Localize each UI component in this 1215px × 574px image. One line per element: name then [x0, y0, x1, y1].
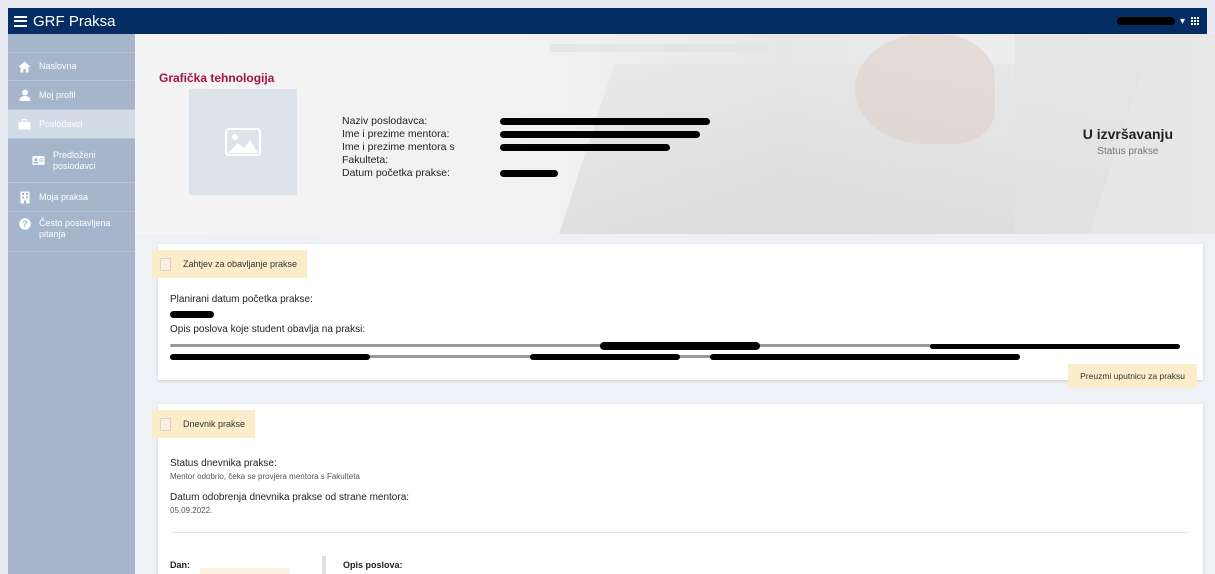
faculty-mentor-label: Ime i prezime mentora s Fakulteta: — [342, 141, 455, 166]
approval-date-field: Datum odobrenja dnevnika prakse od stran… — [170, 492, 409, 515]
internship-info: Naziv poslodavca: Ime i prezime mentora:… — [342, 115, 710, 180]
sidebar-item-label: Često postavljena pitanja — [39, 218, 111, 239]
internship-diary-card: Dnevnik prakse Status dnevnika prakse: M… — [152, 404, 1203, 574]
user-menu[interactable]: ▾ — [1116, 16, 1199, 27]
user-icon — [18, 89, 31, 101]
question-icon: ? — [18, 218, 31, 230]
image-placeholder — [189, 89, 297, 195]
start-date-label: Datum početka prakse: — [342, 167, 450, 179]
hero-background-image — [550, 44, 770, 52]
brand: GRF Praksa — [14, 13, 116, 30]
top-bar: GRF Praksa ▾ — [8, 8, 1207, 34]
document-icon — [160, 257, 171, 271]
approval-date-label: Datum odobrenja dnevnika prakse od stran… — [170, 492, 410, 503]
mentor-label: Ime i prezime mentora: — [342, 128, 450, 140]
approval-date-value: 05.09.2022. — [170, 506, 213, 515]
internship-request-card: Zahtjev za obavljanje prakse Planirani d… — [152, 244, 1203, 388]
diary-status-label: Status dnevnika prakse: — [170, 458, 277, 469]
app-title[interactable]: GRF Praksa — [33, 13, 116, 30]
caret-down-icon[interactable]: ▾ — [1180, 16, 1185, 27]
sidebar-item-label: Moj profil — [39, 89, 76, 100]
info-row-start-date: Datum početka prakse: — [342, 167, 710, 180]
sidebar-item-naslovna[interactable]: Naslovna — [8, 52, 135, 81]
user-name-redacted[interactable] — [1116, 17, 1175, 25]
building-icon — [18, 191, 31, 203]
sidebar-item-moja-praksa[interactable]: Moja praksa — [8, 183, 135, 212]
hero-hand-image — [855, 34, 995, 144]
id-card-icon — [32, 155, 45, 167]
work-description-label: Opis poslova: — [343, 560, 403, 570]
info-row-faculty-mentor: Ime i prezime mentora s Fakulteta: — [342, 141, 710, 167]
sidebar-item-label: Poslodavci — [39, 118, 83, 129]
day-label: Dan: — [170, 560, 190, 570]
main-content: Grafička tehnologija Naziv poslodavca: I… — [135, 34, 1215, 574]
faculty-mentor-value-redacted — [500, 144, 670, 151]
card-header-badge: Dnevnik prakse — [152, 410, 256, 438]
card-header-badge: Zahtjev za obavljanje prakse — [152, 250, 308, 278]
sidebar-item-label: Predloženi poslodavci — [53, 149, 96, 171]
svg-text:?: ? — [22, 219, 28, 229]
sidebar-item-label: Moja praksa — [39, 191, 89, 202]
employer-label: Naziv poslodavca: — [342, 115, 428, 127]
sidebar-item-label: Naslovna — [39, 61, 77, 71]
job-description-field: Opis poslova koje student obavlja na pra… — [170, 324, 1185, 369]
internship-status: U izvršavanju Status prakse — [1083, 126, 1173, 157]
status-value: U izvršavanju — [1082, 126, 1173, 142]
download-referral-button[interactable]: Preuzmi uputnicu za praksu — [1068, 364, 1197, 388]
home-icon — [18, 61, 31, 73]
info-row-mentor: Ime i prezime mentora: — [342, 128, 710, 141]
apps-grid-icon[interactable] — [1190, 17, 1199, 26]
job-description-label: Opis poslova koje student obavlja na pra… — [170, 324, 366, 335]
card-title: Dnevnik prakse — [183, 419, 246, 429]
start-date-value-redacted — [500, 170, 558, 177]
sidebar-item-predlozeni-poslodavci[interactable]: Predloženi poslodavci — [8, 139, 135, 183]
card-title: Zahtjev za obavljanje prakse — [183, 259, 298, 269]
info-row-employer: Naziv poslodavca: — [342, 115, 710, 128]
diary-status-field: Status dnevnika prakse: Mentor odobrio, … — [170, 458, 360, 481]
column-divider — [322, 556, 326, 574]
sidebar-item-poslodavci[interactable]: Poslodavci — [8, 110, 135, 139]
job-description-value-redacted — [170, 339, 1185, 369]
page-title: Grafička tehnologija — [159, 71, 275, 85]
status-label: Status prakse — [1097, 146, 1159, 157]
sidebar: Naslovna Moj profil Poslodavci Predložen… — [8, 34, 135, 574]
employer-value-redacted — [500, 118, 710, 125]
planned-date-label: Planirani datum početka prakse: — [170, 294, 313, 305]
briefcase-icon — [18, 118, 31, 130]
image-icon — [225, 128, 261, 156]
document-icon — [160, 417, 171, 431]
planned-date-field: Planirani datum početka prakse: — [170, 294, 313, 323]
mentor-value-redacted — [500, 131, 700, 138]
divider — [172, 532, 1189, 533]
diary-status-value: Mentor odobrio, čeka se provjera mentora… — [170, 472, 360, 481]
internship-header: Grafička tehnologija Naziv poslodavca: I… — [135, 34, 1215, 234]
hamburger-menu-icon[interactable] — [14, 15, 27, 27]
day-value — [200, 568, 290, 574]
planned-date-value-redacted — [170, 311, 214, 318]
sidebar-item-moj-profil[interactable]: Moj profil — [8, 81, 135, 110]
sidebar-item-cesto-postavljena-pitanja[interactable]: ? Često postavljena pitanja — [8, 212, 135, 252]
